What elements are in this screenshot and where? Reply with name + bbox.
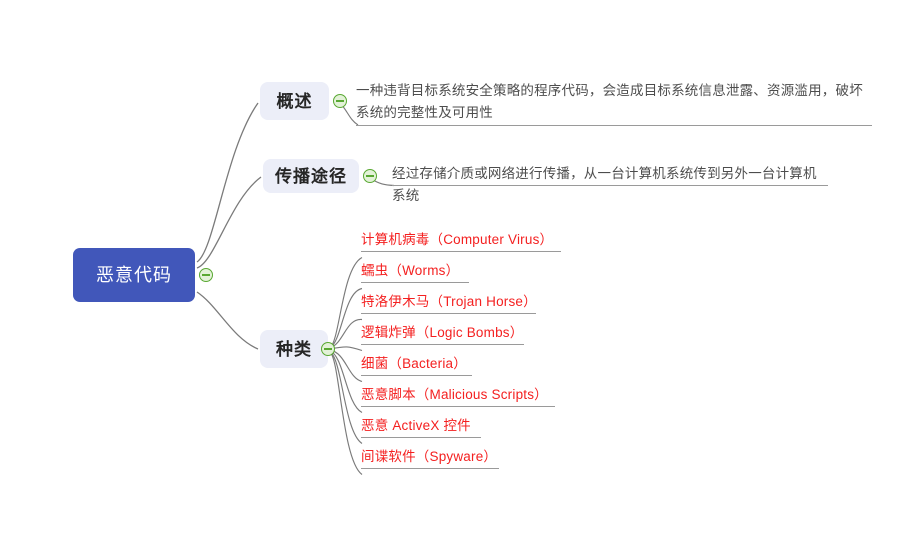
branch-node-propagation[interactable]: 传播途径 — [263, 159, 359, 193]
branch-node-overview[interactable]: 概述 — [260, 82, 329, 120]
kind-leaf-label[interactable]: 恶意脚本（Malicious Scripts） — [361, 386, 548, 404]
kind-leaf-underline — [361, 375, 472, 376]
collapse-minus-icon-root[interactable] — [199, 268, 213, 282]
kind-leaf-label[interactable]: 蠕虫（Worms） — [361, 262, 459, 280]
connector-kind-1 — [329, 256, 363, 349]
detail-underline-propagation — [392, 185, 828, 186]
connector-kind-2 — [329, 287, 363, 349]
collapse-minus-icon-propagation[interactable] — [363, 169, 377, 183]
kind-leaf-label[interactable]: 细菌（Bacteria） — [361, 355, 467, 373]
connector-kind-3 — [329, 318, 363, 349]
kind-leaf-label[interactable]: 间谍软件（Spyware） — [361, 448, 497, 466]
mindmap-canvas: 恶意代码 概述 一种违背目标系统安全策略的程序代码，会造成目标系统信息泄露、资源… — [0, 0, 922, 537]
kind-leaf-underline — [361, 468, 499, 469]
collapse-minus-icon-overview[interactable] — [333, 94, 347, 108]
kind-leaf-underline — [361, 406, 555, 407]
branch-label-propagation: 传播途径 — [275, 166, 347, 186]
kind-leaf-underline — [361, 437, 481, 438]
collapse-minus-icon-kinds[interactable] — [321, 342, 335, 356]
branch-label-overview: 概述 — [276, 91, 313, 111]
connector-root-to-kinds — [196, 291, 259, 350]
connector-kind-6 — [329, 350, 363, 414]
kind-leaf-underline — [361, 344, 524, 345]
kind-leaf-label[interactable]: 逻辑炸弹（Logic Bombs） — [361, 324, 523, 342]
kind-leaf-underline — [361, 313, 536, 314]
branch-label-kinds: 种类 — [276, 339, 312, 359]
kind-leaf-label[interactable]: 特洛伊木马（Trojan Horse） — [361, 293, 537, 311]
connector-kind-8 — [329, 351, 363, 475]
kind-leaf-underline — [361, 282, 469, 283]
root-node[interactable]: 恶意代码 — [73, 248, 195, 302]
root-node-label: 恶意代码 — [96, 265, 172, 285]
kind-leaf-label[interactable]: 计算机病毒（Computer Virus） — [361, 231, 553, 249]
connector-kind-7 — [329, 351, 363, 444]
branch-node-kinds[interactable]: 种类 — [260, 330, 328, 368]
connector-root-to-overview — [196, 102, 259, 263]
detail-underline-overview — [356, 125, 872, 126]
kind-leaf-underline — [361, 251, 561, 252]
kind-leaf-label[interactable]: 恶意 ActiveX 控件 — [361, 417, 471, 435]
detail-text-overview: 一种违背目标系统安全策略的程序代码，会造成目标系统信息泄露、资源滥用，破坏系统的… — [356, 83, 863, 120]
connector-root-to-propagation — [196, 176, 262, 269]
connector-kind-5 — [329, 349, 363, 383]
